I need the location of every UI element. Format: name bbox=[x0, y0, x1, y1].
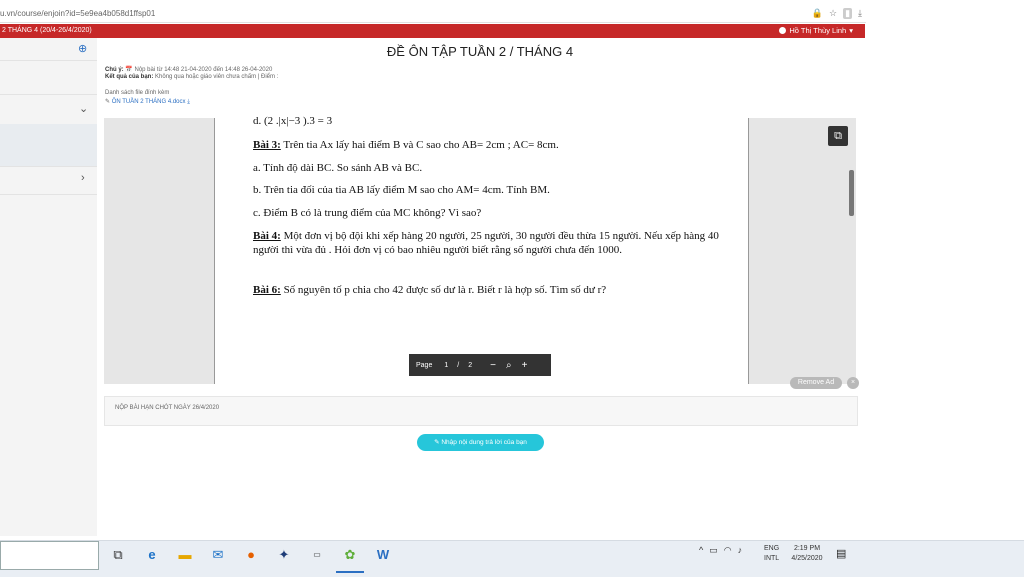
taskbar-search-box[interactable] bbox=[0, 541, 99, 570]
attachments-label: Danh sách file đính kèm bbox=[105, 90, 170, 96]
download-icon[interactable]: ⤓ bbox=[858, 8, 862, 19]
address-bar-icons: 🔒 ☆ ▮ ⤓ bbox=[812, 8, 862, 19]
remove-ad-button[interactable]: Remove Ad bbox=[790, 377, 842, 389]
clock-time: 2:19 PM bbox=[793, 545, 821, 552]
mail-icon[interactable]: ✉ bbox=[208, 545, 228, 565]
address-bar[interactable]: u.vn/course/enjoin?id=5e9ea4b058d1ffsp01… bbox=[0, 6, 866, 23]
paperclip-icon: ✎ bbox=[105, 99, 111, 105]
doc-cut-line: d. (2 .|x|−3 ).3 = 3 bbox=[253, 115, 333, 127]
sidebar: ⊕ ⌄ › bbox=[0, 38, 97, 536]
store-icon[interactable]: ✿ bbox=[336, 545, 364, 573]
calendar-icon: 📅 bbox=[125, 67, 133, 73]
clock[interactable]: 2:19 PM 4/25/2020 bbox=[787, 544, 827, 564]
firefox-icon[interactable]: ● bbox=[241, 545, 261, 565]
answer-button[interactable]: ✎ Nhập nội dung trả lời của bạn bbox=[417, 434, 544, 451]
download-file-icon[interactable]: ⤓ bbox=[187, 99, 190, 105]
answer-button-label: Nhập nội dung trả lời của bạn bbox=[441, 439, 527, 446]
note-label: Chú ý: bbox=[105, 67, 124, 73]
deadline-box: NỘP BÀI HẠN CHÓT NGÀY 26/4/2020 bbox=[104, 396, 858, 426]
edge-icon[interactable]: e bbox=[142, 545, 162, 565]
notification-icon[interactable]: ▤ bbox=[836, 547, 846, 560]
submission-note: Chú ý: 📅 Nộp bài từ 14:48 21-04-2020 đến… bbox=[105, 66, 272, 73]
course-bar: 2 THÁNG 4 (20/4-26/4/2020) Hồ Thị Thùy L… bbox=[0, 24, 865, 38]
clock-date: 4/25/2020 bbox=[791, 555, 823, 562]
plus-circle-icon[interactable]: ⊕ bbox=[78, 42, 87, 55]
url-text[interactable]: u.vn/course/enjoin?id=5e9ea4b058d1ffsp01 bbox=[0, 9, 155, 18]
language-top: ENG bbox=[764, 545, 780, 552]
attachment-link[interactable]: ÔN TUẦN 2 THÁNG 4.docx bbox=[112, 99, 186, 105]
close-icon[interactable]: × bbox=[847, 377, 859, 389]
chevron-down-icon[interactable]: ⌄ bbox=[79, 102, 88, 115]
language-indicator[interactable]: ENG INTL bbox=[764, 544, 779, 564]
sidebar-row-add[interactable]: ⊕ bbox=[0, 38, 97, 61]
document-page: d. (2 .|x|−3 ).3 = 3 Bài 3: Trên tia Ax … bbox=[214, 115, 749, 384]
doc-line: Bài 6: Số nguyên tố p chia cho 42 được s… bbox=[253, 284, 607, 296]
user-name: Hồ Thị Thùy Linh bbox=[789, 26, 847, 35]
amazon-icon[interactable]: ▭ bbox=[307, 545, 327, 565]
result-line: Kết quả của bạn: Không qua hoặc giáo viê… bbox=[105, 74, 278, 80]
caret-down-icon: ▾ bbox=[849, 26, 853, 35]
attachment-item[interactable]: ✎ ÔN TUẦN 2 THÁNG 4.docx ⤓ bbox=[105, 98, 190, 106]
result-label: Kết quả của bạn: bbox=[105, 74, 154, 80]
sidebar-row-1[interactable] bbox=[0, 60, 97, 95]
battery-icon[interactable]: ▭ bbox=[709, 545, 718, 556]
doc-line: Bài 3: Trên tia Ax lấy hai điểm B và C s… bbox=[253, 139, 559, 151]
page-label: Page bbox=[416, 361, 433, 369]
page-title: ĐỀ ÔN TẬP TUẦN 2 / THÁNG 4 bbox=[386, 44, 574, 59]
doc-line: c. Điểm B có là trung điểm của MC không?… bbox=[253, 207, 482, 219]
chevron-right-icon[interactable]: › bbox=[81, 172, 85, 184]
wifi-icon[interactable]: ◠ bbox=[724, 545, 732, 556]
note-text: Nộp bài từ 14:48 21-04-2020 đến 14:48 26… bbox=[134, 67, 273, 73]
system-tray: ^ ▭ ◠ ♪ bbox=[699, 545, 742, 556]
volume-icon[interactable]: ♪ bbox=[738, 545, 743, 556]
search-icon[interactable]: ⌕ bbox=[506, 360, 512, 371]
language-bottom: INTL bbox=[764, 555, 780, 562]
sidebar-row-3[interactable]: › bbox=[0, 166, 97, 195]
zoom-out-icon[interactable]: − bbox=[490, 360, 496, 371]
zoom-in-icon[interactable]: + bbox=[522, 360, 528, 371]
task-view-icon[interactable]: ⧉ bbox=[108, 545, 128, 565]
word-icon[interactable]: W bbox=[373, 545, 393, 565]
page-controls: Page 1 / 2 − ⌕ + bbox=[409, 354, 551, 376]
dropbox-icon[interactable]: ✦ bbox=[274, 545, 294, 565]
doc-line: a. Tính độ dài BC. So sánh AB và BC. bbox=[253, 162, 423, 174]
document-viewer[interactable]: d. (2 .|x|−3 ).3 = 3 Bài 3: Trên tia Ax … bbox=[104, 115, 856, 384]
doc-line: b. Trên tia đối của tia AB lấy điểm M sa… bbox=[253, 184, 550, 196]
page-total: 2 bbox=[468, 361, 473, 369]
user-icon bbox=[779, 27, 787, 34]
deadline-text: NỘP BÀI HẠN CHÓT NGÀY 26/4/2020 bbox=[115, 405, 220, 411]
chevron-up-icon[interactable]: ^ bbox=[699, 545, 703, 556]
page-separator: / bbox=[457, 361, 460, 369]
open-external-icon[interactable]: ⧉ bbox=[828, 126, 848, 146]
extension-icon[interactable]: ▮ bbox=[843, 8, 853, 19]
sidebar-row-2[interactable]: ⌄ bbox=[0, 94, 97, 125]
taskbar: ⧉ e ▬ ✉ ● ✦ ▭ ✿ W ^ ▭ ◠ ♪ ENG INTL 2:19 … bbox=[0, 540, 1024, 577]
user-menu[interactable]: Hồ Thị Thùy Linh ▾ bbox=[779, 26, 853, 35]
lock-icon[interactable]: 🔒 bbox=[812, 8, 823, 19]
file-explorer-icon[interactable]: ▬ bbox=[175, 545, 195, 565]
page-current[interactable]: 1 bbox=[444, 362, 448, 369]
result-text: Không qua hoặc giáo viên chưa chấm | Điể… bbox=[155, 74, 279, 80]
doc-line: Bài 4: Một đơn vị bộ đội khi xếp hàng 20… bbox=[253, 230, 719, 256]
star-icon[interactable]: ☆ bbox=[829, 8, 837, 19]
scrollbar-thumb[interactable] bbox=[849, 170, 854, 216]
sidebar-row-active[interactable] bbox=[0, 124, 97, 167]
course-title: 2 THÁNG 4 (20/4-26/4/2020) bbox=[2, 27, 92, 34]
